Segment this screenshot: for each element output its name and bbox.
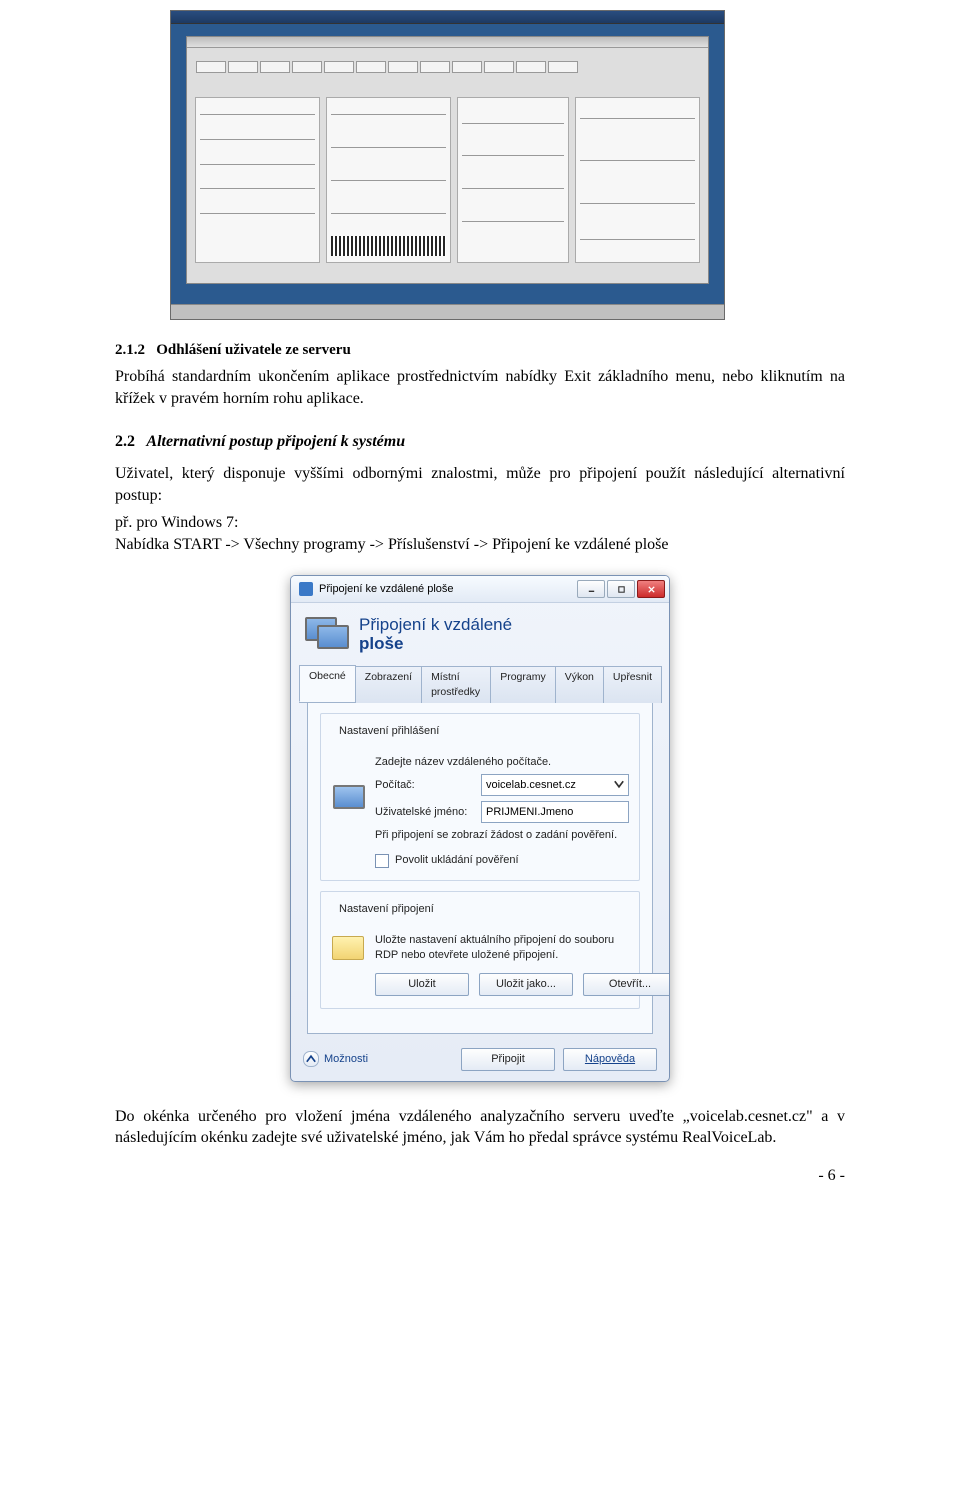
save-credentials-checkbox[interactable]: Povolit ukládání pověření xyxy=(375,853,629,868)
page-number: - 6 - xyxy=(0,1155,960,1187)
dialog-titlebar: Připojení ke vzdálené ploše xyxy=(291,576,669,603)
group-connection-settings: Nastavení připojení Uložte nastavení akt… xyxy=(320,891,640,1009)
section-22-title: Alternativní postup připojení k systému xyxy=(146,433,405,450)
group-connection-title: Nastavení připojení xyxy=(335,902,438,917)
computer-input[interactable]: voicelab.cesnet.cz xyxy=(481,774,629,796)
dialog-title-icon xyxy=(299,582,313,596)
tab-mistni-prostredky[interactable]: Místní prostředky xyxy=(421,666,491,702)
section-22-paragraph-3: Do okénka určeného pro vložení jména vzd… xyxy=(115,1106,845,1149)
open-button[interactable]: Otevřít... xyxy=(583,973,670,996)
close-button[interactable] xyxy=(637,580,665,598)
screenshot-taskbar xyxy=(171,304,724,319)
help-button[interactable]: Nápověda xyxy=(563,1048,657,1071)
dialog-header: Připojení k vzdálené ploše xyxy=(291,603,669,663)
section-22-paragraph-1: Uživatel, který disponuje vyššími odborn… xyxy=(115,463,845,506)
help-label: Nápověda xyxy=(585,1052,635,1067)
folder-icon xyxy=(331,930,365,964)
checkbox-label: Povolit ukládání pověření xyxy=(395,853,519,868)
tab-zobrazeni[interactable]: Zobrazení xyxy=(355,666,422,702)
group-login-settings: Nastavení přihlášení Zadejte název vzdál… xyxy=(320,713,640,881)
save-as-button[interactable]: Uložit jako... xyxy=(479,973,573,996)
remote-desktop-dialog: Připojení ke vzdálené ploše Připojení k … xyxy=(290,575,670,1081)
label-computer: Počítač: xyxy=(375,778,475,793)
tab-obecne[interactable]: Obecné xyxy=(299,665,356,701)
options-toggle[interactable]: Možnosti xyxy=(303,1051,368,1067)
chevron-down-icon[interactable] xyxy=(612,777,626,791)
login-intro-text: Zadejte název vzdáleného počítače. xyxy=(375,755,629,770)
connect-button[interactable]: Připojit xyxy=(461,1048,555,1071)
windows7-navigation-path: Nabídka START -> Všechny programy -> Pří… xyxy=(115,536,668,553)
dialog-footer: Možnosti Připojit Nápověda xyxy=(291,1042,669,1081)
tab-vykon[interactable]: Výkon xyxy=(555,666,604,702)
group-login-title: Nastavení přihlášení xyxy=(335,724,443,739)
section-212-title: Odhlášení uživatele ze serveru xyxy=(156,342,351,358)
maximize-button[interactable] xyxy=(607,580,635,598)
label-username: Uživatelské jméno: xyxy=(375,805,475,820)
connection-intro-text: Uložte nastavení aktuálního připojení do… xyxy=(375,933,629,963)
dialog-header-line2: ploše xyxy=(359,634,403,653)
username-input[interactable]: PRIJMENI.Jmeno xyxy=(481,801,629,823)
screenshot-titlebar xyxy=(171,11,724,24)
remote-desktop-icon xyxy=(305,613,347,655)
windows7-example-label: př. pro Windows 7: xyxy=(115,514,239,531)
section-212-number: 2.1.2 xyxy=(115,342,145,358)
tab-strip: Obecné Zobrazení Místní prostředky Progr… xyxy=(299,665,661,702)
credentials-note: Při připojení se zobrazí žádost o zadání… xyxy=(375,828,629,843)
tab-programy[interactable]: Programy xyxy=(490,666,556,702)
screenshot-inner-window xyxy=(186,36,709,284)
checkbox-icon xyxy=(375,854,389,868)
dialog-header-line1: Připojení k vzdálené xyxy=(359,615,512,634)
save-button[interactable]: Uložit xyxy=(375,973,469,996)
options-label: Možnosti xyxy=(324,1052,368,1067)
section-212-paragraph: Probíhá standardním ukončením aplikace p… xyxy=(115,366,845,409)
minimize-button[interactable] xyxy=(577,580,605,598)
section-22-number: 2.2 xyxy=(115,433,135,450)
tab-upresnit[interactable]: Upřesnit xyxy=(603,666,662,702)
dialog-header-text: Připojení k vzdálené ploše xyxy=(359,615,512,654)
username-input-value: PRIJMENI.Jmeno xyxy=(486,805,573,820)
dialog-title-text: Připojení ke vzdálené ploše xyxy=(319,582,575,597)
computer-icon xyxy=(331,781,365,815)
computer-input-value: voicelab.cesnet.cz xyxy=(486,778,576,793)
realvoicelab-screenshot xyxy=(170,10,725,320)
chevron-up-icon xyxy=(303,1051,319,1067)
